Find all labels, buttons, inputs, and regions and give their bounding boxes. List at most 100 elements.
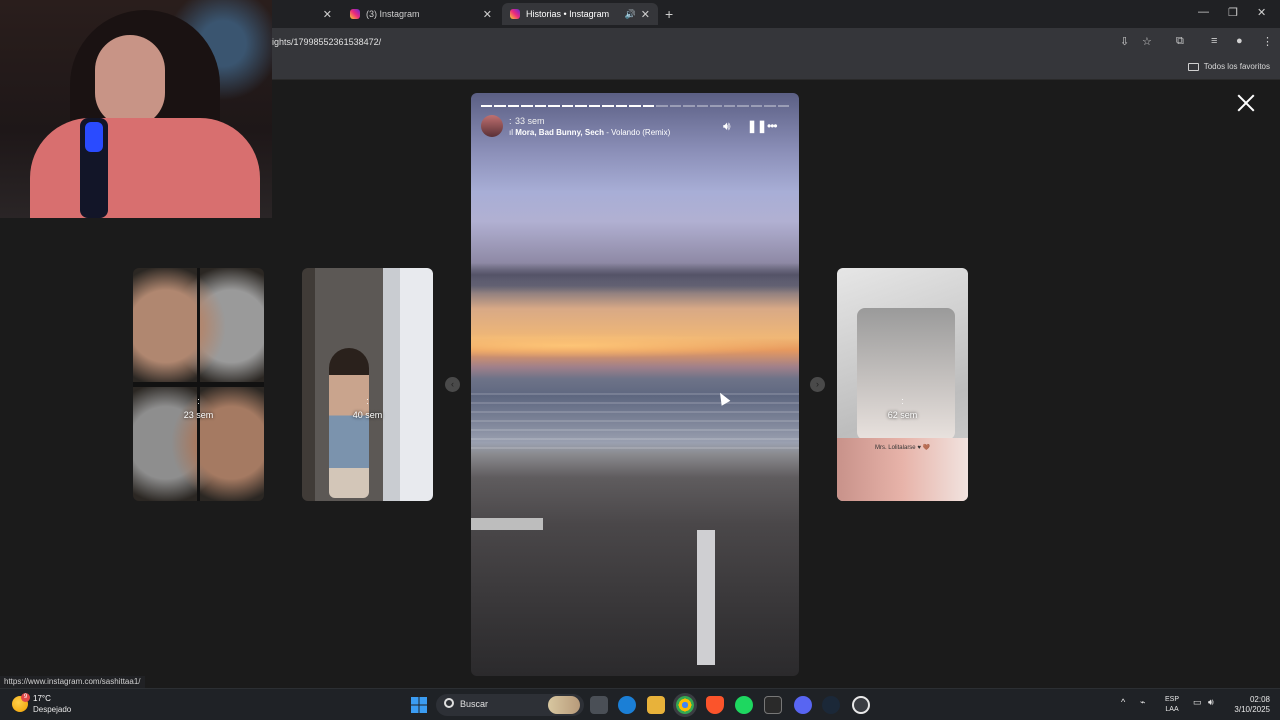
clock[interactable]: 02:08 3/10/2025 (1228, 695, 1270, 715)
display-icon[interactable]: ▭ (1193, 697, 1202, 708)
more-options-icon[interactable]: ••• (767, 119, 778, 133)
next-story-button[interactable]: › (810, 377, 825, 392)
story-time: 33 sem (515, 116, 545, 126)
progress-segment (737, 105, 749, 107)
steam-icon[interactable] (822, 696, 840, 714)
tab-label: (3) Instagram (366, 9, 420, 19)
taskbar: 9 17°C Despejado Buscar ^ ⌁ ESP LAA ▭ 🔊︎… (0, 688, 1280, 720)
story-image (471, 333, 799, 358)
story-image (697, 530, 715, 665)
start-button[interactable] (411, 697, 427, 713)
volume-icon[interactable]: 🔊︎ (1208, 697, 1214, 708)
pause-icon[interactable]: ❚❚ (747, 119, 767, 133)
search-label: Buscar (460, 699, 489, 709)
weather-temp[interactable]: 17°C (33, 694, 51, 703)
search-highlight-image (548, 696, 580, 714)
weather-condition[interactable]: Despejado (33, 705, 71, 714)
progress-segment (629, 105, 641, 107)
story-thumbnail[interactable]: : 23 sem (133, 268, 264, 501)
chrome-icon[interactable] (676, 696, 694, 714)
mute-icon[interactable]: 🔊︎ (723, 119, 731, 134)
spotify-icon[interactable] (735, 696, 753, 714)
progress-segment (656, 105, 668, 107)
install-app-icon[interactable]: ⇩ (1120, 35, 1129, 48)
discord-icon[interactable] (794, 696, 812, 714)
progress-segment (723, 105, 736, 107)
progress-segment (642, 105, 655, 107)
story-image (471, 263, 799, 293)
close-stories-button[interactable] (1235, 92, 1257, 114)
progress-segment (575, 105, 587, 107)
keyboard-layout: LAA (1165, 706, 1179, 713)
bookmark-star-icon[interactable]: ☆ (1142, 35, 1152, 48)
clock-date: 3/10/2025 (1234, 705, 1270, 714)
webcam-person (30, 118, 260, 218)
progress-segment (602, 105, 614, 107)
search-icon (444, 698, 454, 708)
thumbnail-username: : (366, 396, 369, 406)
story-username[interactable]: : (509, 116, 512, 126)
url-field[interactable]: ights/17998552361538472/ (272, 37, 381, 47)
thumbnail-time: 40 sem (352, 410, 383, 420)
folder-icon (1187, 62, 1199, 71)
story-thumbnail[interactable]: : 62 sem Mrs. Lolitalarse ♥ 🤎 (837, 268, 968, 501)
chevron-up-icon[interactable]: ^ (1121, 697, 1125, 707)
thumbnail-time: 62 sem (887, 410, 918, 420)
extensions-icon[interactable]: ⧉ (1176, 35, 1184, 48)
task-view-icon[interactable] (590, 696, 608, 714)
menu-icon[interactable]: ⋮ (1262, 35, 1273, 48)
media-controls-icon[interactable]: ≡ (1211, 35, 1217, 47)
tab-instagram[interactable]: (3) Instagram ✕ (342, 3, 500, 25)
epic-games-icon[interactable] (764, 696, 782, 714)
music-info[interactable]: ıl Mora, Bad Bunny, Sech - Volando (Remi… (509, 128, 670, 137)
progress-segment (507, 105, 520, 107)
new-tab-button[interactable]: + (665, 6, 673, 22)
music-title: - Volando (Remix) (604, 128, 671, 137)
webcam-overlay (0, 0, 272, 218)
restore-button[interactable]: ❐ (1228, 6, 1238, 19)
network-icon[interactable]: ⌁ (1140, 697, 1145, 708)
brave-icon[interactable] (706, 696, 724, 714)
progress-segment (750, 105, 763, 107)
instagram-icon (350, 9, 360, 19)
language-indicator[interactable]: ESP LAA (1165, 695, 1179, 715)
progress-segment (588, 105, 601, 107)
previous-story-button[interactable]: ‹ (445, 377, 460, 392)
progress-segment (777, 105, 790, 107)
active-story[interactable]: : 33 sem ıl Mora, Bad Bunny, Sech - Vola… (471, 93, 799, 676)
all-bookmarks-label: Todos los favoritos (1203, 62, 1270, 71)
thumbnail-caption: Mrs. Lolitalarse ♥ 🤎 (874, 445, 931, 451)
link-status-bar: https://www.instagram.com/sashittaa1/ (0, 676, 145, 688)
app-icon[interactable] (852, 696, 870, 714)
speaker-icon[interactable]: 🔊 (625, 9, 636, 20)
progress-segment (561, 105, 574, 107)
tab-historias[interactable]: Historias • Instagram 🔊 ✕ (502, 3, 658, 25)
close-tab-icon[interactable]: ✕ (641, 8, 650, 21)
avatar[interactable] (481, 115, 503, 137)
progress-segment (494, 105, 506, 107)
tab-label: Historias • Instagram (526, 9, 610, 19)
edge-icon[interactable] (618, 696, 636, 714)
thumbnail-time: 23 sem (183, 410, 214, 420)
thumbnail-image (329, 348, 369, 498)
progress-segment (669, 105, 682, 107)
progress-segment (696, 105, 709, 107)
microphone-light (85, 122, 103, 152)
thumbnail-username: : (197, 396, 200, 406)
progress-segment (548, 105, 560, 107)
progress-segment (710, 105, 722, 107)
progress-segment (521, 105, 533, 107)
all-bookmarks-button[interactable]: Todos los favoritos (1187, 62, 1270, 71)
weather-badge: 9 (21, 693, 30, 702)
language-code: ESP (1165, 696, 1180, 703)
profile-avatar-icon[interactable]: ● (1236, 35, 1243, 47)
clock-time: 02:08 (1249, 695, 1270, 704)
story-thumbnail[interactable]: : 40 sem (302, 268, 433, 501)
close-tab-icon[interactable]: ✕ (483, 8, 492, 21)
progress-segment (764, 105, 776, 107)
file-explorer-icon[interactable] (647, 696, 665, 714)
minimize-button[interactable]: — (1198, 6, 1209, 18)
close-window-button[interactable]: ✕ (1257, 6, 1266, 19)
close-tab-icon[interactable]: ✕ (323, 8, 332, 21)
story-image (471, 393, 799, 453)
